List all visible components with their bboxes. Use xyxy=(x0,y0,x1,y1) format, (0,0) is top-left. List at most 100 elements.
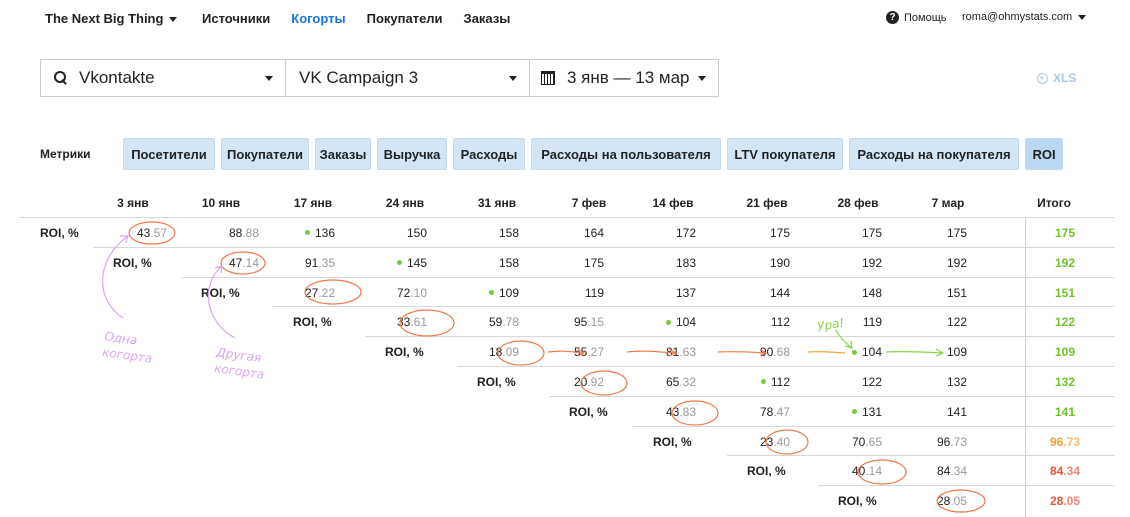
column-header: 3 янв xyxy=(117,196,149,210)
row-total: 122 xyxy=(1045,315,1085,329)
cell-integer: 175 xyxy=(946,226,967,240)
campaign-select[interactable]: VK Campaign 3 xyxy=(285,59,530,97)
calendar-icon xyxy=(541,71,555,85)
column-header: 28 фев xyxy=(837,196,879,210)
table-cell: 91.35 xyxy=(305,256,335,270)
row-total: 132 xyxy=(1045,375,1085,389)
row-divider xyxy=(365,336,1115,338)
column-header: 17 янв xyxy=(293,196,333,210)
arrow-mark xyxy=(807,350,846,354)
cell-decimal: .35 xyxy=(318,255,335,270)
total-integer: 84 xyxy=(1049,464,1064,479)
cell-integer: 59 xyxy=(488,315,503,330)
row-label: ROI, % xyxy=(40,226,79,240)
milestone-dot xyxy=(304,230,310,236)
nav-link-3[interactable]: Заказы xyxy=(464,11,511,26)
cell-integer: 70 xyxy=(851,434,866,449)
table-cell: 104 xyxy=(851,345,882,360)
source-value: Vkontakte xyxy=(79,68,155,87)
row-total: 192 xyxy=(1045,256,1085,270)
cell-integer: 72 xyxy=(396,285,411,300)
table-cell: 112 xyxy=(771,315,790,329)
cell-integer: 175 xyxy=(769,226,790,240)
total-decimal: .34 xyxy=(1063,464,1081,479)
metric-tab-5[interactable]: Расходы на пользователя xyxy=(531,138,721,170)
table-cell: 109 xyxy=(947,345,967,359)
help-link[interactable]: ? Помощь xyxy=(886,11,947,24)
chevron-down-icon xyxy=(509,76,517,81)
table-cell: 158 xyxy=(499,256,519,270)
date-range-picker[interactable]: 3 янв — 13 мар xyxy=(529,59,719,97)
row-total: 28.05 xyxy=(1045,494,1085,508)
table-cell: 43.57 xyxy=(137,226,167,240)
cell-integer: 144 xyxy=(769,285,790,300)
table-cell: 43.83 xyxy=(666,405,696,419)
row-label: ROI, % xyxy=(293,315,332,330)
cell-integer: 104 xyxy=(675,315,696,330)
total-integer: 151 xyxy=(1054,285,1076,300)
metric-tab-6[interactable]: LTV покупателя xyxy=(727,138,843,170)
milestone-dot xyxy=(396,260,402,266)
cell-integer: 112 xyxy=(770,375,790,389)
total-integer: 109 xyxy=(1054,345,1076,360)
export-label: XLS xyxy=(1053,71,1077,85)
table-cell: 132 xyxy=(947,375,967,389)
table-cell: 172 xyxy=(676,226,696,240)
table-cell: 150 xyxy=(407,226,427,240)
cell-integer: 192 xyxy=(861,255,882,270)
table-cell: 175 xyxy=(862,226,882,240)
project-selector[interactable]: The Next Big Thing xyxy=(45,11,178,26)
row-divider xyxy=(818,485,1115,487)
user-email: roma@ohmystats.com xyxy=(962,11,1073,23)
table-cell: 192 xyxy=(862,256,882,270)
cell-decimal: .14 xyxy=(242,255,259,270)
metric-tab-1[interactable]: Покупатели xyxy=(221,138,309,170)
row-label: ROI, % xyxy=(385,345,424,360)
cell-integer: 33 xyxy=(396,315,411,330)
nav-link-0[interactable]: Источники xyxy=(202,11,270,26)
cell-decimal: .63 xyxy=(679,345,696,360)
metric-tab-0[interactable]: Посетители xyxy=(123,138,215,170)
cell-integer: 20 xyxy=(573,375,588,389)
chevron-down-icon xyxy=(169,17,178,23)
total-integer: 175 xyxy=(1054,226,1076,240)
row-label: ROI, % xyxy=(201,285,240,300)
total-integer: 192 xyxy=(1054,255,1076,270)
cell-decimal: .65 xyxy=(865,434,882,449)
table-cell: 119 xyxy=(585,286,604,300)
metric-tab-2[interactable]: Заказы xyxy=(315,138,371,170)
metric-tab-7[interactable]: Расходы на покупателя xyxy=(849,138,1019,170)
nav-link-1[interactable]: Когорты xyxy=(291,11,345,26)
metric-tab-8[interactable]: ROI xyxy=(1025,138,1063,170)
user-menu[interactable]: roma@ohmystats.com xyxy=(962,11,1087,23)
cell-decimal: .27 xyxy=(587,345,604,360)
table-cell: 72.10 xyxy=(397,286,427,300)
cell-integer: 148 xyxy=(861,285,882,300)
column-header: 10 янв xyxy=(201,196,241,210)
table-cell: 18.09 xyxy=(489,345,519,359)
table-cell: 33.61 xyxy=(397,315,427,329)
table-cell: 122 xyxy=(862,375,882,389)
export-xls-button[interactable]: XLS xyxy=(1037,71,1076,85)
arrow-mark xyxy=(885,348,945,357)
total-integer: 132 xyxy=(1054,375,1076,389)
cell-integer: 91 xyxy=(304,255,319,270)
row-total: 84.34 xyxy=(1045,464,1085,478)
cell-integer: 190 xyxy=(769,255,790,270)
arrow-mark xyxy=(102,235,129,319)
cell-integer: 81 xyxy=(665,345,680,360)
table-cell: 175 xyxy=(770,226,790,240)
nav-link-2[interactable]: Покупатели xyxy=(367,11,443,26)
source-select[interactable]: Vkontakte xyxy=(40,59,286,97)
row-divider xyxy=(457,366,1115,367)
metric-tab-3[interactable]: Выручка xyxy=(377,138,447,170)
cell-integer: 109 xyxy=(946,345,967,360)
main-nav: Источники Когорты Покупатели Заказы xyxy=(202,11,531,26)
metric-tab-4[interactable]: Расходы xyxy=(453,138,525,170)
table-cell: 88.88 xyxy=(229,226,259,240)
cell-integer: 104 xyxy=(861,345,882,360)
table-cell: 175 xyxy=(584,256,604,270)
row-divider xyxy=(273,306,1115,308)
cell-integer: 88 xyxy=(228,226,243,240)
cell-decimal: .47 xyxy=(773,404,790,419)
